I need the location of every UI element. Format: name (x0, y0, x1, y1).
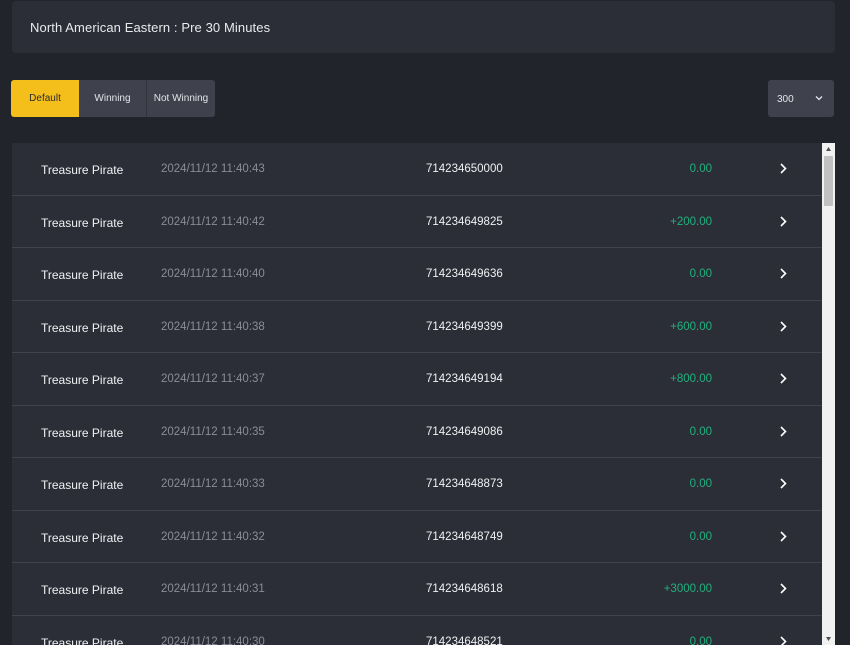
record-win-amount: 0.00 (689, 530, 712, 543)
record-timestamp: 2024/11/12 11:40:37 (161, 373, 265, 385)
scrollbar-thumb[interactable] (824, 156, 833, 206)
chevron-right-icon[interactable] (778, 477, 788, 490)
scrollbar[interactable] (822, 143, 835, 645)
record-timestamp: 2024/11/12 11:40:38 (161, 320, 265, 333)
tab-not-winning[interactable]: Not Winning (147, 80, 215, 117)
record-row[interactable]: Treasure Pirate 2024/11/12 11:40:31 714234… (12, 563, 822, 616)
tab-winning[interactable]: Winning (79, 80, 147, 117)
record-round-id: 714234649636 (426, 268, 503, 280)
record-win-amount: +800.00 (670, 373, 712, 385)
chevron-right-icon[interactable] (778, 530, 788, 543)
record-row[interactable]: Treasure Pirate 2024/11/12 11:40:30 714234… (12, 615, 822, 645)
record-round-id: 714234649086 (426, 425, 503, 438)
record-round-id: 714234648749 (426, 530, 503, 543)
record-game-name: Treasure Pirate (41, 530, 124, 545)
record-timestamp: 2024/11/12 11:40:35 (161, 425, 265, 438)
record-row[interactable]: Treasure Pirate 2024/11/12 11:40:37 714234… (12, 353, 822, 406)
record-round-id: 714234649399 (426, 320, 503, 333)
chevron-right-icon[interactable] (778, 320, 788, 333)
record-timestamp: 2024/11/12 11:40:31 (161, 583, 265, 595)
scroll-down-arrow-icon[interactable] (822, 633, 835, 645)
record-game-name: Treasure Pirate (41, 478, 124, 492)
record-timestamp: 2024/11/12 11:40:33 (161, 478, 265, 490)
record-row[interactable]: Treasure Pirate 2024/11/12 11:40:43 714234… (12, 143, 822, 196)
record-win-amount: +200.00 (670, 215, 712, 228)
record-row[interactable]: Treasure Pirate 2024/11/12 11:40:38 714234… (12, 300, 822, 353)
record-win-amount: 0.00 (689, 635, 712, 645)
chevron-right-icon[interactable] (778, 215, 788, 228)
record-win-amount: +3000.00 (663, 583, 712, 595)
record-game-name: Treasure Pirate (41, 320, 124, 335)
record-win-amount: 0.00 (689, 478, 712, 490)
chevron-right-icon[interactable] (778, 372, 788, 385)
records-list: Treasure Pirate 2024/11/12 11:40:43 714234… (12, 143, 822, 645)
record-game-name: Treasure Pirate (41, 635, 124, 645)
record-round-id: 714234648873 (426, 478, 503, 490)
record-round-id: 714234649194 (426, 373, 503, 385)
record-timestamp: 2024/11/12 11:40:32 (161, 530, 265, 543)
filter-tabs: Default Winning Not Winning (11, 80, 215, 117)
record-timestamp: 2024/11/12 11:40:40 (161, 268, 265, 280)
record-timestamp: 2024/11/12 11:40:42 (161, 215, 265, 228)
page-size-value: 300 (777, 94, 794, 105)
chevron-down-icon (815, 96, 823, 101)
records-panel: Treasure Pirate 2024/11/12 11:40:43 714234… (12, 143, 834, 645)
record-win-amount: 0.00 (689, 163, 712, 175)
record-round-id: 714234649825 (426, 215, 503, 228)
record-row[interactable]: Treasure Pirate 2024/11/12 11:40:33 714234… (12, 458, 822, 511)
record-game-name: Treasure Pirate (41, 373, 124, 387)
record-game-name: Treasure Pirate (41, 583, 124, 597)
page-size-select[interactable]: 300 (768, 80, 834, 117)
chevron-right-icon[interactable] (778, 267, 788, 280)
tab-default[interactable]: Default (11, 80, 79, 117)
record-row[interactable]: Treasure Pirate 2024/11/12 11:40:35 714234… (12, 405, 822, 458)
record-game-name: Treasure Pirate (41, 163, 124, 177)
chevron-right-icon[interactable] (778, 635, 788, 645)
record-game-name: Treasure Pirate (41, 268, 124, 282)
record-game-name: Treasure Pirate (41, 425, 124, 440)
record-win-amount: 0.00 (689, 268, 712, 280)
header-bar: North American Eastern : Pre 30 Minutes (12, 1, 835, 53)
chevron-right-icon[interactable] (778, 162, 788, 175)
chevron-right-icon[interactable] (778, 582, 788, 595)
chevron-right-icon[interactable] (778, 425, 788, 438)
record-row[interactable]: Treasure Pirate 2024/11/12 11:40:32 714234… (12, 510, 822, 563)
page-title: North American Eastern : Pre 30 Minutes (30, 20, 271, 35)
scroll-up-arrow-icon[interactable] (822, 143, 835, 155)
record-win-amount: 0.00 (689, 425, 712, 438)
record-round-id: 714234648521 (426, 635, 503, 645)
record-round-id: 714234648618 (426, 583, 503, 595)
record-row[interactable]: Treasure Pirate 2024/11/12 11:40:40 714234… (12, 248, 822, 301)
record-row[interactable]: Treasure Pirate 2024/11/12 11:40:42 714234… (12, 195, 822, 248)
record-timestamp: 2024/11/12 11:40:43 (161, 163, 265, 175)
record-round-id: 714234650000 (426, 163, 503, 175)
record-timestamp: 2024/11/12 11:40:30 (161, 635, 265, 645)
record-game-name: Treasure Pirate (41, 215, 124, 230)
record-win-amount: +600.00 (670, 320, 712, 333)
